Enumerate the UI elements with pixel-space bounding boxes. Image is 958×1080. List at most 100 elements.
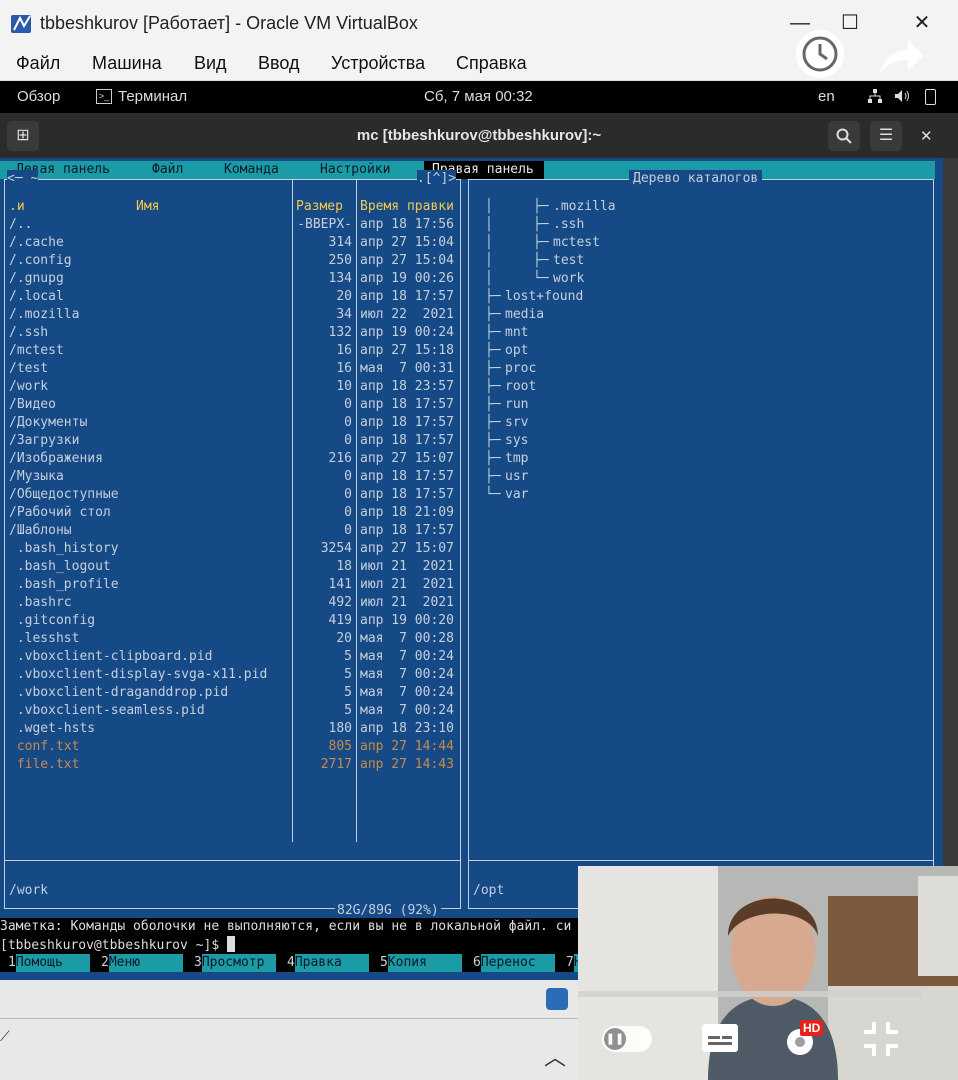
file-size: 180 [328, 721, 352, 736]
file-name: /work [9, 379, 49, 394]
time-header[interactable]: Время правки [360, 198, 454, 216]
file-row[interactable]: /work 10 апр 18 23:57 [5, 378, 460, 396]
menu-view[interactable]: Вид [194, 53, 227, 74]
search-button[interactable] [828, 121, 860, 151]
tree-item[interactable]: ├─ proc [469, 360, 933, 378]
tree-item[interactable]: ├─ sys [469, 432, 933, 450]
tree-item[interactable]: │ ├─ .ssh [469, 216, 933, 234]
close-terminal-button[interactable]: ✕ [920, 127, 933, 145]
app-menu[interactable]: Терминал [118, 88, 187, 105]
fkey-4[interactable]: 4Правка [287, 954, 369, 972]
file-row[interactable]: /Изображения 216 апр 27 15:07 [5, 450, 460, 468]
file-size: 20 [336, 289, 352, 304]
file-row[interactable]: .vboxclient-seamless.pid 5 мая 7 00:24 [5, 702, 460, 720]
fkey-1[interactable]: 1Помощь [8, 954, 90, 972]
settings-gear-icon[interactable]: HD [782, 1020, 824, 1058]
guest-additions-icon[interactable] [546, 988, 568, 1010]
file-row[interactable]: /test 16 мая 7 00:31 [5, 360, 460, 378]
file-row[interactable]: /.mozilla 34 июл 22 2021 [5, 306, 460, 324]
tree-item[interactable]: └─ var [469, 486, 933, 504]
file-row[interactable]: /Общедоступные 0 апр 18 17:57 [5, 486, 460, 504]
file-row[interactable]: .gitconfig 419 апр 19 00:20 [5, 612, 460, 630]
file-row[interactable]: .vboxclient-draganddrop.pid 5 мая 7 00:24 [5, 684, 460, 702]
file-row[interactable]: /Документы 0 апр 18 17:57 [5, 414, 460, 432]
chevron-up-icon[interactable]: ︿ [544, 1040, 566, 1072]
file-row[interactable]: /.config 250 апр 27 15:04 [5, 252, 460, 270]
mc-menu-file[interactable]: Файл [152, 161, 183, 179]
file-row[interactable]: /Шаблоны 0 апр 18 17:57 [5, 522, 460, 540]
battery-icon[interactable] [925, 89, 936, 105]
file-row[interactable]: /.gnupg 134 апр 19 00:26 [5, 270, 460, 288]
tree-item[interactable]: ├─ usr [469, 468, 933, 486]
subtitles-icon[interactable] [700, 1022, 740, 1054]
webcam-overlay[interactable]: ❚❚ HD [578, 866, 958, 1080]
file-row[interactable]: /Музыка 0 апр 18 17:57 [5, 468, 460, 486]
tree-item[interactable]: ├─ mnt [469, 324, 933, 342]
fkey-6[interactable]: 6Перенос [473, 954, 555, 972]
activities-button[interactable]: Обзор [17, 88, 60, 105]
file-row[interactable]: file.txt 2717 апр 27 14:43 [5, 756, 460, 774]
terminal-app-icon: >_ [96, 89, 112, 104]
file-row[interactable]: .lesshst 20 мая 7 00:28 [5, 630, 460, 648]
file-row[interactable]: .vboxclient-display-svga-x11.pid 5 мая 7 0… [5, 666, 460, 684]
tree-connector: ├─ [485, 379, 501, 394]
left-panel-path[interactable]: <─ ~ [7, 170, 39, 188]
right-panel[interactable]: Дерево каталогов │ ├─ .mozilla │ ├─ .ssh │ ├─ mc… [468, 170, 934, 909]
left-panel-history[interactable]: .[^]> [417, 170, 457, 188]
hamburger-menu-button[interactable]: ☰ [870, 121, 902, 151]
tree-item[interactable]: │ ├─ .mozilla [469, 198, 933, 216]
sort-indicator[interactable]: .и [9, 198, 25, 216]
file-row[interactable]: /Видео 0 апр 18 17:57 [5, 396, 460, 414]
tree-item[interactable]: ├─ run [469, 396, 933, 414]
file-size: 5 [344, 685, 352, 700]
tree-item[interactable]: ├─ lost+found [469, 288, 933, 306]
file-row[interactable]: /.ssh 132 апр 19 00:24 [5, 324, 460, 342]
autoplay-toggle[interactable]: ❚❚ [602, 1026, 652, 1052]
tree-item[interactable]: │ └─ work [469, 270, 933, 288]
tree-item[interactable]: ├─ tmp [469, 450, 933, 468]
tree-item[interactable]: │ ├─ mctest [469, 234, 933, 252]
left-panel[interactable]: <─ ~ .[^]> .и Имя Размер Время правки /.… [4, 170, 461, 920]
exit-fullscreen-icon[interactable] [862, 1020, 902, 1060]
volume-icon[interactable] [895, 89, 911, 103]
size-header[interactable]: Размер [296, 198, 343, 216]
tree-item[interactable]: ├─ opt [469, 342, 933, 360]
file-row[interactable]: /mctest 16 апр 27 15:18 [5, 342, 460, 360]
menu-file[interactable]: Файл [16, 53, 60, 74]
watch-later-icon[interactable] [796, 30, 844, 78]
network-icon[interactable] [868, 89, 882, 103]
file-row[interactable]: /Рабочий стол 0 апр 18 21:09 [5, 504, 460, 522]
share-icon[interactable] [876, 34, 926, 78]
file-row[interactable]: /.local 20 апр 18 17:57 [5, 288, 460, 306]
name-header[interactable]: Имя [136, 198, 159, 216]
file-row[interactable]: .bash_profile 141 июл 21 2021 [5, 576, 460, 594]
menu-help[interactable]: Справка [456, 53, 527, 74]
menu-devices[interactable]: Устройства [331, 53, 425, 74]
file-row[interactable]: /.. -ВВЕРХ-апр 18 17:56 [5, 216, 460, 234]
fkey-label: Правка [294, 954, 369, 972]
menu-input[interactable]: Ввод [258, 53, 299, 74]
file-row[interactable]: .bash_history 3254 апр 27 15:07 [5, 540, 460, 558]
mc-menu-options[interactable]: Настройки [320, 161, 390, 179]
fkey-5[interactable]: 5Копия [380, 954, 462, 972]
file-row[interactable]: .vboxclient-clipboard.pid 5 мая 7 00:24 [5, 648, 460, 666]
fkey-2[interactable]: 2Меню [101, 954, 183, 972]
tree-item[interactable]: ├─ media [469, 306, 933, 324]
mc-menu-command[interactable]: Команда [224, 161, 279, 179]
file-row[interactable]: .wget-hsts 180 апр 18 23:10 [5, 720, 460, 738]
menu-machine[interactable]: Машина [92, 53, 162, 74]
file-row[interactable]: conf.txt 805 апр 27 14:44 [5, 738, 460, 756]
shell-prompt[interactable]: [tbbeshkurov@tbbeshkurov ~]$ [0, 936, 235, 955]
fkey-number: 7 [566, 955, 574, 970]
fkey-3[interactable]: 3Просмотр [194, 954, 276, 972]
tree-item[interactable]: │ ├─ test [469, 252, 933, 270]
file-row[interactable]: /Загрузки 0 апр 18 17:57 [5, 432, 460, 450]
file-row[interactable]: .bash_logout 18 июл 21 2021 [5, 558, 460, 576]
keyboard-layout[interactable]: en [818, 88, 835, 105]
file-mtime: мая 7 00:31 [360, 361, 454, 376]
file-row[interactable]: .bashrc 492 июл 21 2021 [5, 594, 460, 612]
tree-item[interactable]: ├─ srv [469, 414, 933, 432]
clock[interactable]: Сб, 7 мая 00:32 [424, 88, 533, 105]
tree-item[interactable]: ├─ root [469, 378, 933, 396]
file-row[interactable]: /.cache 314 апр 27 15:04 [5, 234, 460, 252]
